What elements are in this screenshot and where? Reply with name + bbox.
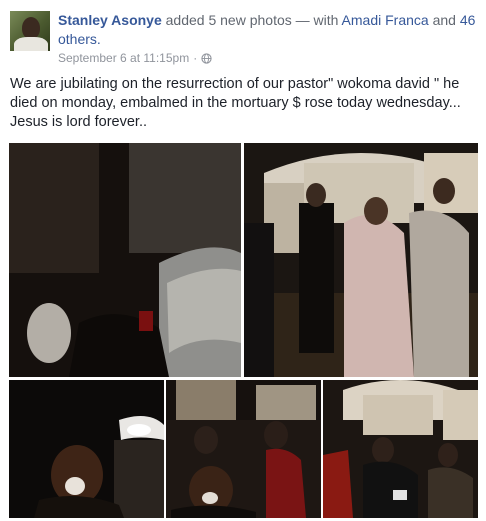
author-name-link[interactable]: Stanley Asonye — [58, 12, 162, 28]
photo-5[interactable] — [323, 380, 478, 518]
tagged-user-link[interactable]: Amadi Franca — [342, 12, 429, 28]
and-text: and — [432, 12, 456, 28]
post-body-text: We are jubilating on the resurrection of… — [10, 76, 461, 130]
globe-icon[interactable] — [201, 52, 212, 64]
post-headline: Stanley Asonye added 5 new photos — with… — [58, 11, 478, 49]
author-avatar[interactable] — [10, 11, 50, 51]
post-meta: September 6 at 11:15pm · — [58, 51, 212, 65]
photo-4[interactable] — [166, 380, 321, 518]
meta-separator: · — [193, 51, 198, 65]
photo-3[interactable] — [9, 380, 164, 518]
facebook-post: Stanley Asonye added 5 new photos — with… — [0, 0, 486, 521]
photo-2[interactable] — [244, 143, 478, 377]
post-timestamp[interactable]: September 6 at 11:15pm — [58, 51, 189, 65]
photo-1[interactable] — [9, 143, 241, 377]
action-text: added 5 new photos — with — [165, 12, 339, 28]
